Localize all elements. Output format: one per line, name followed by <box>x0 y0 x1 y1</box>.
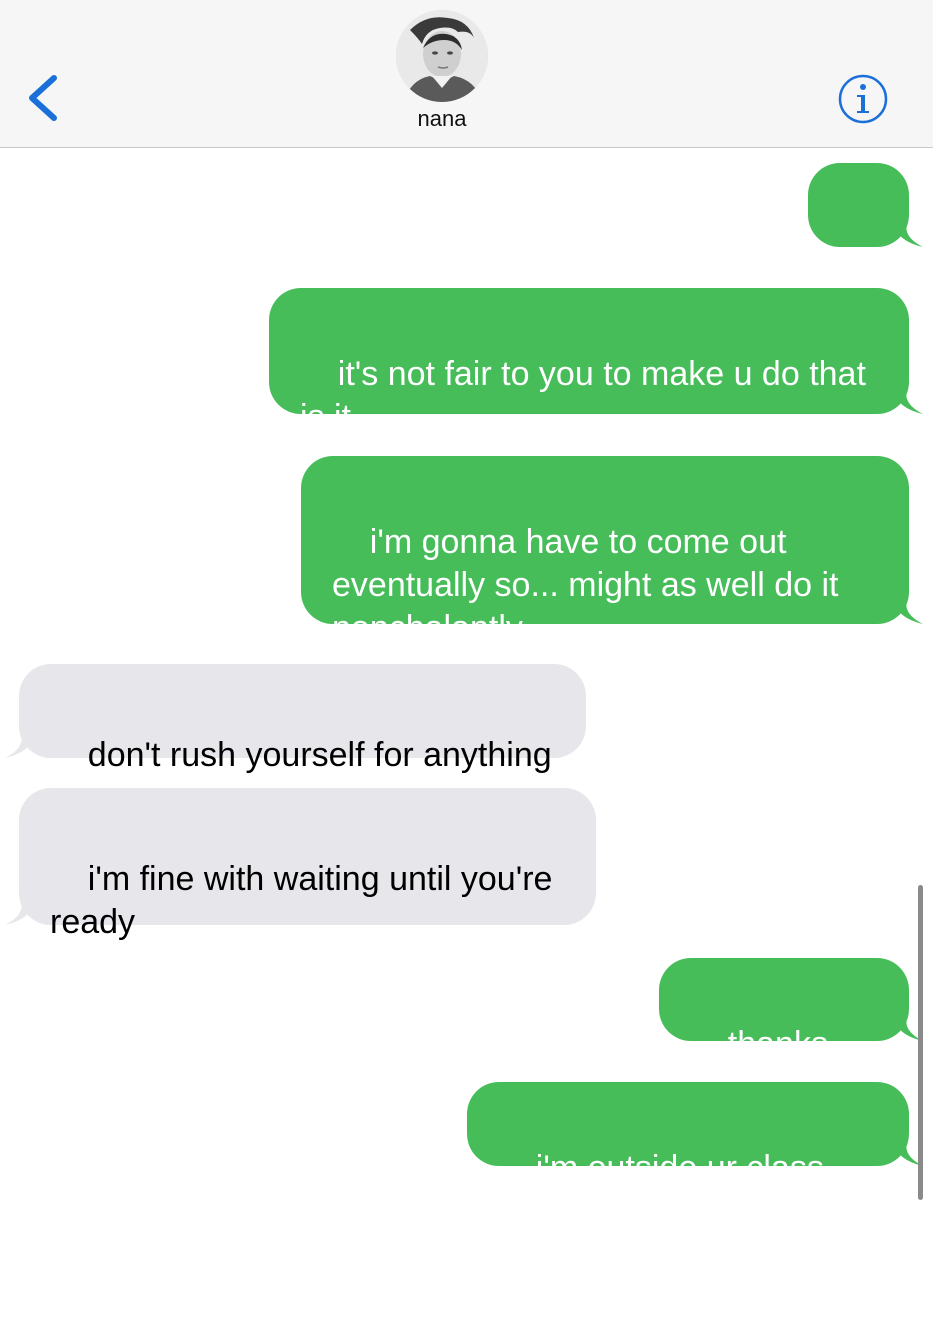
message-bubble-received[interactable]: don't rush yourself for anything <box>5 664 586 774</box>
info-button[interactable] <box>837 73 889 125</box>
message-bubble-sent[interactable]: i'm outside ur class now <box>467 1082 923 1230</box>
contact-avatar[interactable] <box>396 10 488 102</box>
message-text: i'm fine with waiting until you're ready <box>50 860 553 941</box>
avatar-photo <box>396 10 488 102</box>
message-bubble-received[interactable]: i'm fine with waiting until you're ready <box>5 788 596 941</box>
back-button[interactable] <box>18 66 66 130</box>
message-text: don't rush yourself for anything <box>87 736 552 774</box>
message-text: it's not fair to you to make u do that i… <box>300 355 866 436</box>
message-bubble-sent[interactable]: idk <box>808 163 923 311</box>
message-thread: idk it's not fair to you to make u do th… <box>0 148 933 1230</box>
message-bubble-sent[interactable]: i'm gonna have to come out eventually so… <box>301 456 923 647</box>
chevron-left-icon <box>29 75 57 121</box>
message-bubble-sent[interactable]: it's not fair to you to make u do that i… <box>269 288 923 436</box>
bubble-tail <box>893 390 923 414</box>
bubble-tail <box>893 600 923 624</box>
bubble-tail <box>5 901 35 925</box>
bubble-tail <box>5 734 35 758</box>
message-text: i'm outside ur class now <box>498 1149 834 1230</box>
scrollbar[interactable] <box>918 885 923 1200</box>
contact-name[interactable]: nana <box>340 106 544 132</box>
message-bubble-sent[interactable]: thanks jaem <box>659 958 923 1106</box>
bubble-tail <box>893 223 923 247</box>
conversation-header: nana <box>0 0 933 148</box>
message-text: i'm gonna have to come out eventually so… <box>332 523 839 647</box>
info-icon <box>838 74 888 124</box>
